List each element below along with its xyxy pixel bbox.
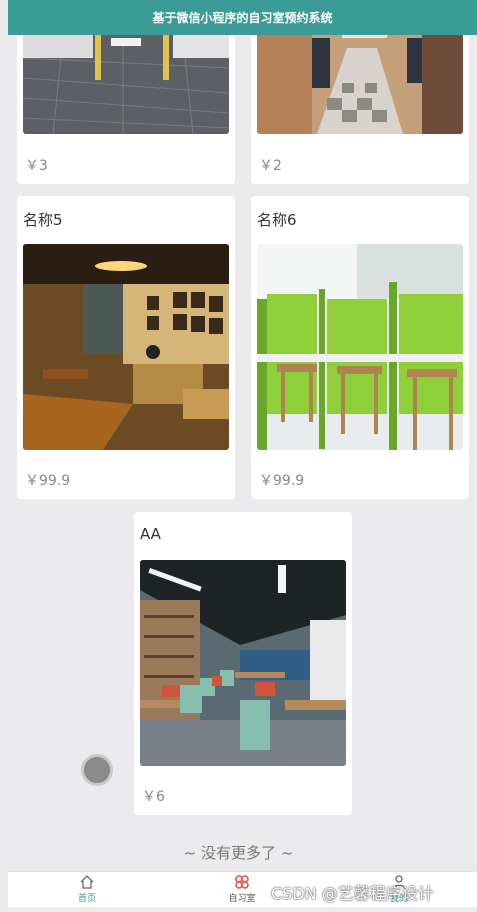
room-name: 名称5 <box>23 211 63 229</box>
room-card[interactable]: AA ￥6 <box>134 512 352 815</box>
room-price: ￥2 <box>259 158 282 174</box>
home-icon <box>80 875 94 889</box>
room-price: ￥99.9 <box>25 473 71 489</box>
tab-label: 自习室 <box>228 894 256 904</box>
room-price: ￥99.9 <box>259 473 305 489</box>
page-title-bar: 基于微信小程序的自习室预约系统 <box>8 0 477 35</box>
room-photo <box>140 560 346 766</box>
tab-label: 首页 <box>77 894 96 904</box>
room-price: ￥6 <box>142 789 165 805</box>
room-card[interactable]: 名称5 ￥99.9 <box>17 196 235 499</box>
tab-home[interactable]: 首页 <box>57 874 117 906</box>
no-more-text: ~ 没有更多了 ~ <box>183 844 294 862</box>
room-photo <box>23 244 229 450</box>
watermark: CSDN @艺馨程序设计 <box>271 884 434 903</box>
tab-study-room[interactable]: 自习室 <box>212 874 272 906</box>
room-card[interactable]: 名称6 ￥99.9 <box>251 196 469 499</box>
clover-icon <box>235 875 249 889</box>
room-photo <box>257 244 463 450</box>
room-name: 名称6 <box>257 211 297 229</box>
floating-button[interactable] <box>81 754 113 786</box>
room-name: AA <box>140 525 161 543</box>
page-title: 基于微信小程序的自习室预约系统 <box>152 11 333 25</box>
room-price: ￥3 <box>25 158 48 174</box>
